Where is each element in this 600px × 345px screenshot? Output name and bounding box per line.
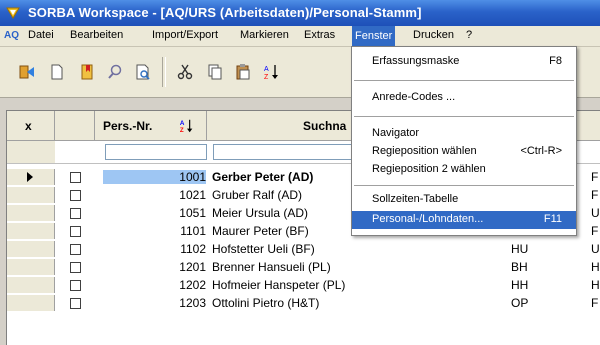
cell-suchname[interactable]: Meier Ursula (AD) (212, 206, 308, 220)
row-indicator[interactable] (7, 277, 55, 293)
column-header-pers-nr[interactable]: Pers.-Nr. A Z (95, 111, 207, 141)
fenster-menu: Erfassungsmaske F8 Anrede-Codes ... Navi… (351, 46, 577, 236)
cell-pers-nr[interactable]: 1001 (103, 170, 206, 184)
find-document-icon[interactable] (130, 59, 156, 85)
row-indicator[interactable] (7, 241, 55, 257)
exit-icon[interactable] (14, 59, 40, 85)
filter-suchname-input[interactable] (213, 144, 353, 160)
cell-next-column[interactable]: U (591, 206, 600, 220)
cell-next-column[interactable]: H (591, 260, 600, 274)
cell-pers-nr[interactable]: 1201 (103, 260, 206, 274)
menu-help[interactable]: ? (466, 29, 472, 41)
cell-suchname[interactable]: Gruber Ralf (AD) (212, 188, 302, 202)
svg-text:A: A (180, 120, 185, 127)
menu-datei[interactable]: Datei (28, 29, 54, 41)
menu-bar: AQ Datei Bearbeiten Import/Export Markie… (0, 26, 600, 47)
cell-next-column[interactable]: F (591, 224, 598, 238)
cell-suchname[interactable]: Brenner Hansueli (PL) (212, 260, 331, 274)
select-all-header[interactable]: x (7, 111, 55, 141)
cell-next-column[interactable]: F (591, 296, 598, 310)
row-indicator[interactable] (7, 205, 55, 221)
menu-separator (354, 116, 574, 117)
cell-suchname[interactable]: Hofstetter Ueli (BF) (212, 242, 315, 256)
row-indicator[interactable] (7, 187, 55, 203)
row-checkbox[interactable] (70, 190, 81, 201)
sort-ascending-icon[interactable]: A Z (179, 118, 195, 134)
menu-item-navigator[interactable]: Navigator (352, 125, 576, 143)
window-title: SORBA Workspace - [AQ/URS (Arbeitsdaten)… (28, 5, 422, 20)
cell-kurzzeichen[interactable]: BH (511, 260, 528, 274)
row-checkbox[interactable] (70, 262, 81, 273)
cell-kurzzeichen[interactable]: HH (511, 278, 528, 292)
svg-text:A: A (264, 66, 269, 73)
menu-item-regieposition[interactable]: Regieposition wählen <Ctrl-R> (352, 143, 576, 161)
search-icon[interactable] (102, 59, 128, 85)
cell-suchname[interactable]: Maurer Peter (BF) (212, 224, 309, 238)
cell-suchname[interactable]: Gerber Peter (AD) (212, 170, 313, 184)
row-indicator[interactable] (7, 223, 55, 239)
menu-item-regieposition-2[interactable]: Regieposition 2 wählen (352, 161, 576, 179)
row-checkbox[interactable] (70, 172, 81, 183)
svg-text:Z: Z (264, 74, 269, 81)
cut-icon[interactable] (172, 59, 198, 85)
cell-pers-nr[interactable]: 1203 (103, 296, 206, 310)
check-header-label: x (25, 119, 32, 133)
cell-next-column[interactable]: U (591, 242, 600, 256)
menu-separator (354, 80, 574, 81)
menu-fenster[interactable]: Fenster (352, 26, 396, 46)
row-indicator[interactable] (7, 259, 55, 275)
table-row[interactable]: 1203 Ottolini Pietro (H&T) OP F (7, 295, 600, 311)
cell-pers-nr[interactable]: 1021 (103, 188, 206, 202)
menu-drucken[interactable]: Drucken (413, 29, 454, 41)
menu-separator (354, 185, 574, 186)
cell-pers-nr[interactable]: 1051 (103, 206, 206, 220)
row-indicator[interactable] (7, 169, 55, 185)
app-menu-icon[interactable]: AQ (4, 30, 19, 41)
app-icon (6, 7, 20, 19)
cell-suchname[interactable]: Hofmeier Hanspeter (PL) (212, 278, 345, 292)
filter-row-indicator (7, 141, 55, 163)
cell-pers-nr[interactable]: 1202 (103, 278, 206, 292)
cell-pers-nr[interactable]: 1101 (103, 224, 206, 238)
table-row[interactable]: 1201 Brenner Hansueli (PL) BH H (7, 259, 600, 275)
menu-bearbeiten[interactable]: Bearbeiten (70, 29, 123, 41)
sort-ascending-icon[interactable]: AZ (258, 59, 284, 85)
copy-icon[interactable] (202, 59, 228, 85)
current-row-arrow-icon (27, 172, 33, 182)
row-checkbox[interactable] (70, 280, 81, 291)
cell-pers-nr[interactable]: 1102 (103, 242, 206, 256)
row-indicator[interactable] (7, 295, 55, 311)
menu-item-anrede-codes[interactable]: Anrede-Codes ... (352, 89, 576, 107)
menu-item-erfassungsmaske[interactable]: Erfassungsmaske F8 (352, 53, 576, 71)
menu-markieren[interactable]: Markieren (240, 29, 289, 41)
menu-item-sollzeiten[interactable]: Sollzeiten-Tabelle (352, 191, 576, 209)
row-checkbox[interactable] (70, 226, 81, 237)
menu-item-personal-lohndaten[interactable]: Personal-/Lohndaten... F11 (352, 211, 576, 229)
checkbox-column-header (55, 111, 95, 141)
cell-kurzzeichen[interactable]: OP (511, 296, 528, 310)
row-checkbox[interactable] (70, 244, 81, 255)
menu-extras[interactable]: Extras (304, 29, 335, 41)
cell-next-column[interactable]: H (591, 278, 600, 292)
toolbar-separator (162, 57, 166, 87)
table-row[interactable]: 1102 Hofstetter Ueli (BF) HU U (7, 241, 600, 257)
title-bar: SORBA Workspace - [AQ/URS (Arbeitsdaten)… (0, 0, 600, 26)
paste-icon[interactable] (230, 59, 256, 85)
new-document-icon[interactable] (44, 59, 70, 85)
cell-next-column[interactable]: F (591, 188, 598, 202)
filter-pers-nr-input[interactable] (105, 144, 207, 160)
row-checkbox[interactable] (70, 298, 81, 309)
row-checkbox[interactable] (70, 208, 81, 219)
cell-kurzzeichen[interactable]: HU (511, 242, 528, 256)
column-header-pers-nr-label: Pers.-Nr. (103, 119, 153, 133)
cell-next-column[interactable]: F (591, 170, 598, 184)
table-row[interactable]: 1202 Hofmeier Hanspeter (PL) HH H (7, 277, 600, 293)
cell-suchname[interactable]: Ottolini Pietro (H&T) (212, 296, 319, 310)
column-header-suchname-label: Suchna (303, 119, 347, 133)
svg-text:Z: Z (180, 127, 184, 134)
bookmark-icon[interactable] (74, 59, 100, 85)
menu-import-export[interactable]: Import/Export (152, 29, 218, 41)
